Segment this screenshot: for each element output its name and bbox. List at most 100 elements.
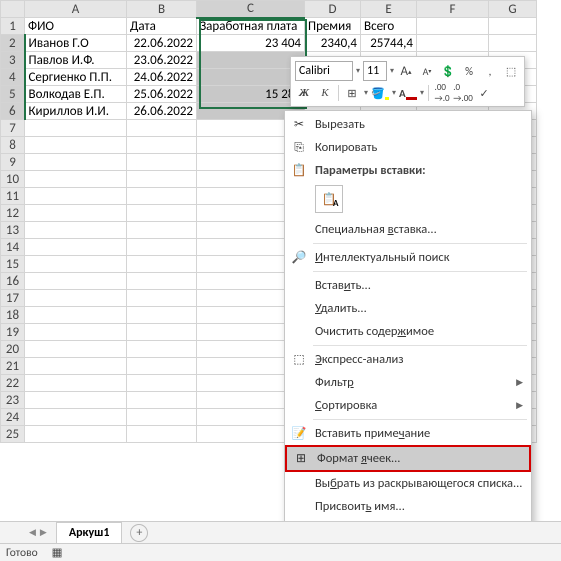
cell[interactable] <box>127 273 197 290</box>
cell[interactable] <box>25 239 127 256</box>
row-header[interactable]: 12 <box>1 205 25 222</box>
bold-button[interactable]: Ж <box>295 84 313 102</box>
increase-font-button[interactable]: A▴ <box>397 62 415 80</box>
cell[interactable] <box>417 35 489 52</box>
decrease-font-button[interactable]: A▾ <box>418 62 436 80</box>
cell[interactable] <box>127 426 197 443</box>
cell[interactable]: ФИО <box>25 18 127 35</box>
decrease-decimal-button[interactable]: .00→.0 <box>433 84 451 102</box>
row-header[interactable]: 3 <box>1 52 25 69</box>
borders-button[interactable]: ⊞ <box>343 84 361 102</box>
ctx-filter[interactable]: Фильтр▶ <box>285 371 531 394</box>
cell[interactable] <box>25 341 127 358</box>
row-header[interactable]: 23 <box>1 392 25 409</box>
cell[interactable] <box>25 409 127 426</box>
ctx-delete[interactable]: Удалить... <box>285 297 531 320</box>
cell[interactable] <box>127 290 197 307</box>
font-size-input[interactable] <box>363 61 387 81</box>
cell[interactable] <box>127 154 197 171</box>
cell[interactable] <box>25 171 127 188</box>
cell[interactable] <box>25 392 127 409</box>
cell[interactable] <box>25 256 127 273</box>
row-header[interactable]: 14 <box>1 239 25 256</box>
cell[interactable] <box>25 375 127 392</box>
accounting-format-button[interactable]: 💲 <box>439 62 457 80</box>
cell[interactable] <box>25 307 127 324</box>
row-header[interactable]: 21 <box>1 358 25 375</box>
sheet-tab[interactable]: Аркуш1 <box>56 522 123 545</box>
ctx-insert-comment[interactable]: 📝Вставить примечание <box>285 422 531 445</box>
cell[interactable]: Дата <box>127 18 197 35</box>
cell[interactable]: 25.06.2022 <box>127 86 197 103</box>
tab-next-button[interactable]: ▶ <box>39 526 48 539</box>
cell[interactable]: 25744,4 <box>361 35 417 52</box>
row-header[interactable]: 18 <box>1 307 25 324</box>
paste-option-default[interactable]: 📋A <box>315 185 343 213</box>
select-all-corner[interactable] <box>1 1 25 18</box>
cell[interactable] <box>25 188 127 205</box>
cell[interactable]: 23.06.2022 <box>127 52 197 69</box>
cell[interactable]: 2340,4 <box>305 35 361 52</box>
cell[interactable] <box>197 52 305 69</box>
cell[interactable] <box>25 137 127 154</box>
cell[interactable]: Кириллов И.И. <box>25 103 127 120</box>
dropdown-icon[interactable]: ▾ <box>392 88 396 98</box>
cell[interactable]: 23 404 <box>197 35 305 52</box>
row-header[interactable]: 16 <box>1 273 25 290</box>
ctx-insert[interactable]: Вставить... <box>285 274 531 297</box>
italic-button[interactable]: К <box>316 84 334 102</box>
ctx-cut[interactable]: ✂Вырезать <box>285 113 531 136</box>
row-header[interactable]: 11 <box>1 188 25 205</box>
cell[interactable] <box>127 222 197 239</box>
cell[interactable]: 22.06.2022 <box>127 35 197 52</box>
font-color-button[interactable]: A <box>399 84 417 102</box>
dropdown-icon[interactable]: ▾ <box>356 66 360 76</box>
cell[interactable] <box>127 375 197 392</box>
format-painter-button[interactable]: ⬚ <box>502 62 520 80</box>
tab-prev-button[interactable]: ◀ <box>28 526 37 539</box>
cell[interactable] <box>489 35 537 52</box>
cell[interactable] <box>25 154 127 171</box>
row-header[interactable]: 7 <box>1 120 25 137</box>
cell[interactable]: 15 289 <box>197 86 305 103</box>
row-header[interactable]: 2 <box>1 35 25 52</box>
cell[interactable]: Сергиенко П.П. <box>25 69 127 86</box>
col-header-g[interactable]: G <box>489 1 537 18</box>
ctx-define-name[interactable]: Присвоить имя... <box>285 495 531 518</box>
row-header[interactable]: 1 <box>1 18 25 35</box>
add-sheet-button[interactable]: + <box>130 524 148 542</box>
cell[interactable] <box>127 188 197 205</box>
cell[interactable] <box>127 409 197 426</box>
cell[interactable] <box>127 392 197 409</box>
cell[interactable] <box>127 120 197 137</box>
increase-decimal-button[interactable]: .0→.00 <box>454 84 472 102</box>
row-header[interactable]: 5 <box>1 86 25 103</box>
row-header[interactable]: 6 <box>1 103 25 120</box>
row-header[interactable]: 17 <box>1 290 25 307</box>
ctx-format-cells[interactable]: ⊞Формат ячеек... <box>285 445 531 472</box>
col-header-b[interactable]: B <box>127 1 197 18</box>
cell[interactable]: Волкодав Е.П. <box>25 86 127 103</box>
ctx-pick-from-list[interactable]: Выбрать из раскрывающегося списка... <box>285 472 531 495</box>
ctx-sort[interactable]: Сортировка▶ <box>285 394 531 417</box>
cell[interactable] <box>25 205 127 222</box>
cell[interactable] <box>127 256 197 273</box>
cell[interactable]: Павлов И.Ф. <box>25 52 127 69</box>
dropdown-icon[interactable]: ▾ <box>390 66 394 76</box>
cell[interactable] <box>127 137 197 154</box>
cell[interactable] <box>25 358 127 375</box>
col-header-d[interactable]: D <box>305 1 361 18</box>
row-header[interactable]: 25 <box>1 426 25 443</box>
ctx-quick-analysis[interactable]: ⬚Экспресс-анализ <box>285 348 531 371</box>
cell[interactable]: Заработная плата <box>197 18 305 35</box>
row-header[interactable]: 10 <box>1 171 25 188</box>
col-header-f[interactable]: F <box>417 1 489 18</box>
row-header[interactable]: 24 <box>1 409 25 426</box>
cell[interactable] <box>25 222 127 239</box>
cell[interactable] <box>127 307 197 324</box>
cell[interactable]: 26.06.2022 <box>127 103 197 120</box>
cell[interactable] <box>25 273 127 290</box>
col-header-a[interactable]: A <box>25 1 127 18</box>
comma-format-button[interactable]: , <box>481 62 499 80</box>
row-header[interactable]: 19 <box>1 324 25 341</box>
